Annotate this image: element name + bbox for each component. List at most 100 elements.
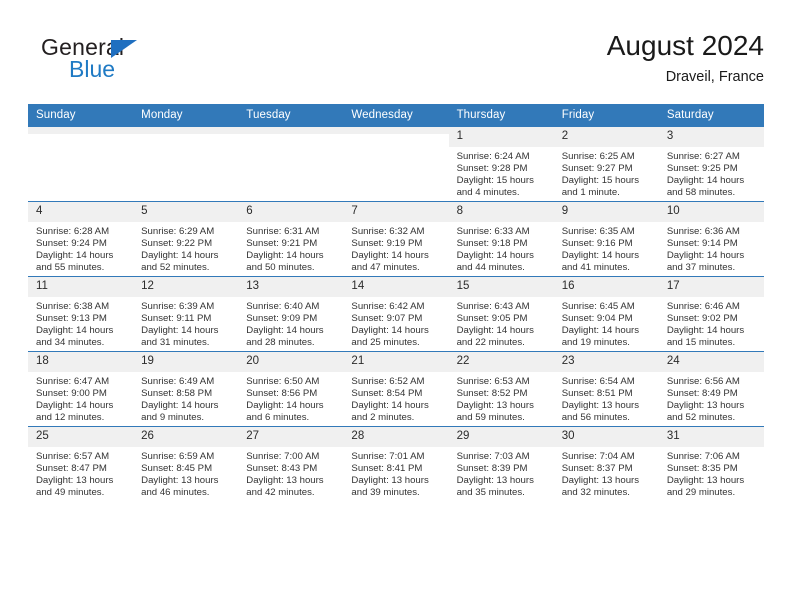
day-number: 5: [133, 202, 239, 222]
calendar-day-cell[interactable]: 12 Sunrise: 6:39 AM Sunset: 9:11 PM Dayligh…: [133, 276, 239, 352]
day-number: 31: [658, 427, 764, 447]
daylight-duration-line2: and 9 minutes.: [141, 412, 205, 424]
day-details: Sunrise: 6:45 AM Sunset: 9:04 PM Daylight:…: [554, 297, 659, 349]
calendar-day-cell[interactable]: 19 Sunrise: 6:49 AM Sunset: 8:58 PM Dayligh…: [133, 351, 239, 427]
daylight-duration-line2: and 47 minutes.: [351, 262, 420, 274]
calendar-day-cell[interactable]: 22 Sunrise: 6:53 AM Sunset: 8:52 PM Dayligh…: [448, 351, 554, 427]
calendar-day-cell-empty: [343, 126, 449, 202]
sunset-time: Sunset: 9:09 PM: [246, 313, 318, 325]
daylight-duration-line1: Daylight: 15 hours: [561, 175, 640, 187]
calendar-day-cell[interactable]: 13 Sunrise: 6:40 AM Sunset: 9:09 PM Dayligh…: [238, 276, 344, 352]
general-blue-logo[interactable]: General Blue: [33, 34, 243, 90]
daylight-duration-line2: and 1 minute.: [561, 187, 620, 199]
calendar-day-cell[interactable]: 2 Sunrise: 6:25 AM Sunset: 9:27 PM Daylight…: [553, 126, 659, 202]
calendar-day-cell[interactable]: 16 Sunrise: 6:45 AM Sunset: 9:04 PM Dayligh…: [553, 276, 659, 352]
calendar-day-cell[interactable]: 17 Sunrise: 6:46 AM Sunset: 9:02 PM Dayligh…: [658, 276, 764, 352]
calendar-day-cell[interactable]: 31 Sunrise: 7:06 AM Sunset: 8:35 PM Dayligh…: [658, 426, 764, 501]
calendar-day-cell-empty: [28, 126, 134, 202]
daylight-duration-line2: and 34 minutes.: [36, 337, 105, 349]
sunrise-time: Sunrise: 6:28 AM: [36, 226, 110, 237]
daylight-duration-line1: Daylight: 13 hours: [666, 400, 745, 412]
daylight-duration-line1: Daylight: 13 hours: [456, 475, 534, 487]
daylight-duration-line2: and 6 minutes.: [246, 412, 310, 424]
calendar-day-cell[interactable]: 18 Sunrise: 6:47 AM Sunset: 9:00 PM Dayligh…: [28, 351, 134, 427]
day-number: 19: [133, 352, 239, 372]
calendar-day-cell[interactable]: 10 Sunrise: 6:36 AM Sunset: 9:14 PM Dayligh…: [658, 201, 764, 277]
day-cell-inner: 7 Sunrise: 6:32 AM Sunset: 9:19 PM Daylight…: [343, 202, 449, 276]
daylight-duration-line1: Daylight: 13 hours: [36, 475, 114, 487]
day-cell-inner: 8 Sunrise: 6:33 AM Sunset: 9:18 PM Daylight…: [448, 202, 554, 276]
sunset-time: Sunset: 8:51 PM: [561, 388, 633, 400]
sunrise-time: Sunrise: 7:03 AM: [456, 451, 530, 462]
calendar-day-cell[interactable]: 5 Sunrise: 6:29 AM Sunset: 9:22 PM Daylight…: [133, 201, 239, 277]
sunrise-time: Sunrise: 7:04 AM: [561, 451, 635, 462]
calendar-day-cell[interactable]: 29 Sunrise: 7:03 AM Sunset: 8:39 PM Dayligh…: [448, 426, 554, 501]
sunset-time: Sunset: 9:19 PM: [351, 238, 423, 250]
sunset-time: Sunset: 8:58 PM: [141, 388, 213, 400]
calendar-day-cell[interactable]: 8 Sunrise: 6:33 AM Sunset: 9:18 PM Daylight…: [448, 201, 554, 277]
sunset-time: Sunset: 9:28 PM: [456, 163, 528, 175]
daylight-duration-line2: and 55 minutes.: [36, 262, 105, 274]
calendar-day-cell[interactable]: 6 Sunrise: 6:31 AM Sunset: 9:21 PM Daylight…: [238, 201, 344, 277]
daylight-duration-line1: Daylight: 14 hours: [141, 325, 219, 337]
calendar-day-cell[interactable]: 14 Sunrise: 6:42 AM Sunset: 9:07 PM Dayligh…: [343, 276, 449, 352]
sunset-time: Sunset: 8:41 PM: [351, 463, 423, 475]
calendar-day-cell[interactable]: 25 Sunrise: 6:57 AM Sunset: 8:47 PM Dayligh…: [28, 426, 134, 501]
daylight-duration-line2: and 42 minutes.: [246, 487, 315, 499]
calendar-day-cell[interactable]: 1 Sunrise: 6:24 AM Sunset: 9:28 PM Daylight…: [448, 126, 554, 202]
sunset-time: Sunset: 9:22 PM: [141, 238, 213, 250]
day-details: Sunrise: 6:29 AM Sunset: 9:22 PM Daylight:…: [133, 222, 238, 274]
calendar-day-cell-empty: [238, 126, 344, 202]
day-cell-inner: 4 Sunrise: 6:28 AM Sunset: 9:24 PM Daylight…: [28, 202, 134, 276]
day-details: Sunrise: 6:24 AM Sunset: 9:28 PM Daylight:…: [449, 147, 554, 199]
sunrise-time: Sunrise: 6:47 AM: [36, 376, 110, 387]
calendar-day-cell[interactable]: 15 Sunrise: 6:43 AM Sunset: 9:05 PM Dayligh…: [448, 276, 554, 352]
calendar-day-cell[interactable]: 3 Sunrise: 6:27 AM Sunset: 9:25 PM Daylight…: [658, 126, 764, 202]
sunset-time: Sunset: 8:39 PM: [456, 463, 528, 475]
calendar-day-cell[interactable]: 24 Sunrise: 6:56 AM Sunset: 8:49 PM Dayligh…: [658, 351, 764, 427]
calendar-day-cell[interactable]: 28 Sunrise: 7:01 AM Sunset: 8:41 PM Dayligh…: [343, 426, 449, 501]
calendar-day-cell[interactable]: 9 Sunrise: 6:35 AM Sunset: 9:16 PM Daylight…: [553, 201, 659, 277]
daylight-duration-line1: Daylight: 14 hours: [561, 325, 640, 337]
calendar-day-cell[interactable]: 23 Sunrise: 6:54 AM Sunset: 8:51 PM Dayligh…: [553, 351, 659, 427]
day-cell-inner: 27 Sunrise: 7:00 AM Sunset: 8:43 PM Dayligh…: [238, 427, 344, 501]
day-number: 27: [238, 427, 344, 447]
day-cell-inner: 17 Sunrise: 6:46 AM Sunset: 9:02 PM Dayligh…: [658, 277, 764, 351]
calendar-day-cell[interactable]: 30 Sunrise: 7:04 AM Sunset: 8:37 PM Dayligh…: [553, 426, 659, 501]
daylight-duration-line2: and 32 minutes.: [561, 487, 630, 499]
day-number: 12: [133, 277, 239, 297]
day-cell-inner: 11 Sunrise: 6:38 AM Sunset: 9:13 PM Dayligh…: [28, 277, 134, 351]
sunrise-time: Sunrise: 7:01 AM: [351, 451, 425, 462]
calendar-day-cell[interactable]: 26 Sunrise: 6:59 AM Sunset: 8:45 PM Dayligh…: [133, 426, 239, 501]
daylight-duration-line1: Daylight: 14 hours: [666, 175, 745, 187]
day-number: [28, 127, 134, 134]
day-details: Sunrise: 6:47 AM Sunset: 9:00 PM Daylight:…: [28, 372, 133, 424]
calendar-day-cell[interactable]: 7 Sunrise: 6:32 AM Sunset: 9:19 PM Daylight…: [343, 201, 449, 277]
sunset-time: Sunset: 9:24 PM: [36, 238, 107, 250]
day-cell-inner: 20 Sunrise: 6:50 AM Sunset: 8:56 PM Dayligh…: [238, 352, 344, 426]
calendar-day-cell[interactable]: 27 Sunrise: 7:00 AM Sunset: 8:43 PM Dayligh…: [238, 426, 344, 501]
daylight-duration-line2: and 4 minutes.: [456, 187, 520, 199]
sunset-time: Sunset: 8:49 PM: [666, 388, 738, 400]
sunset-time: Sunset: 9:18 PM: [456, 238, 528, 250]
daylight-duration-line2: and 52 minutes.: [141, 262, 210, 274]
daylight-duration-line2: and 39 minutes.: [351, 487, 420, 499]
day-details: Sunrise: 6:52 AM Sunset: 8:54 PM Daylight:…: [343, 372, 448, 424]
day-details: Sunrise: 6:31 AM Sunset: 9:21 PM Daylight:…: [238, 222, 343, 274]
weekday-header-saturday: Saturday: [658, 104, 764, 127]
day-number: 11: [28, 277, 134, 297]
day-number: 29: [448, 427, 554, 447]
day-cell-inner: 12 Sunrise: 6:39 AM Sunset: 9:11 PM Dayligh…: [133, 277, 239, 351]
daylight-duration-line2: and 58 minutes.: [666, 187, 736, 199]
daylight-duration-line1: Daylight: 14 hours: [351, 400, 429, 412]
sunrise-time: Sunrise: 6:33 AM: [456, 226, 530, 237]
calendar-day-cell[interactable]: 11 Sunrise: 6:38 AM Sunset: 9:13 PM Dayligh…: [28, 276, 134, 352]
calendar-day-cell[interactable]: 21 Sunrise: 6:52 AM Sunset: 8:54 PM Dayligh…: [343, 351, 449, 427]
day-cell-inner: 10 Sunrise: 6:36 AM Sunset: 9:14 PM Dayligh…: [658, 202, 764, 276]
calendar-week-row: 11 Sunrise: 6:38 AM Sunset: 9:13 PM Dayligh…: [28, 276, 764, 352]
calendar-day-cell[interactable]: 20 Sunrise: 6:50 AM Sunset: 8:56 PM Dayligh…: [238, 351, 344, 427]
day-number: 21: [343, 352, 449, 372]
calendar-day-cell[interactable]: 4 Sunrise: 6:28 AM Sunset: 9:24 PM Daylight…: [28, 201, 134, 277]
sunrise-time: Sunrise: 6:24 AM: [456, 151, 530, 162]
sunrise-time: Sunrise: 6:49 AM: [141, 376, 215, 387]
